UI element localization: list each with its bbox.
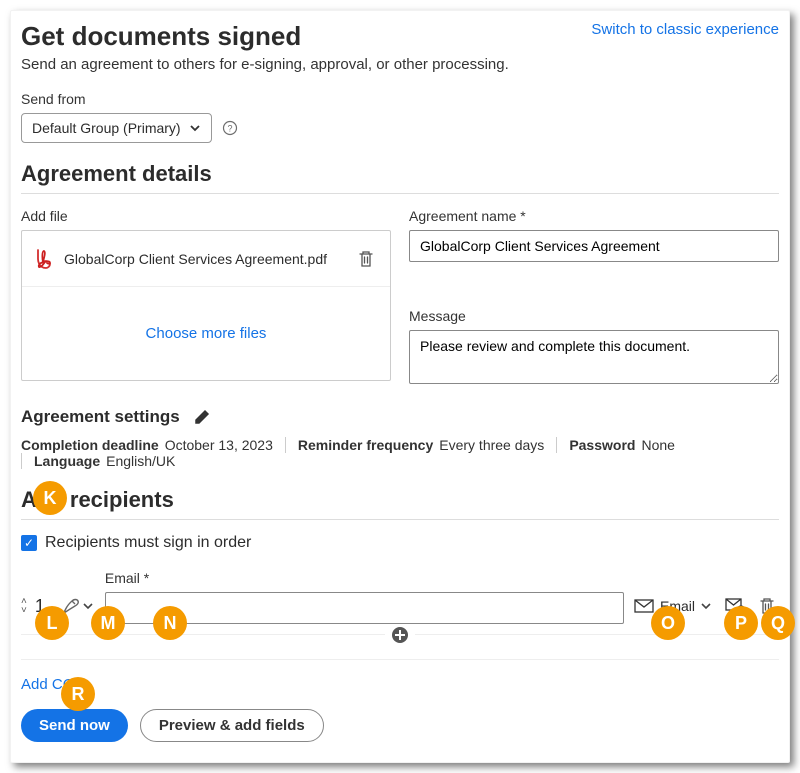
agreement-details-heading: Agreement details [21,161,779,187]
send-from-label: Send from [21,91,779,107]
add-recipients-heading: Add recipients [21,487,779,513]
file-name: GlobalCorp Client Services Agreement.pdf [64,251,327,267]
svg-text:?: ? [227,124,232,134]
chevron-down-icon [701,601,711,611]
settings-summary: Completion deadlineOctober 13, 2023 Remi… [21,437,779,469]
choose-more-files-button[interactable]: Choose more files [22,287,390,380]
sign-in-order-checkbox[interactable]: ✓ [21,535,37,551]
annotation-marker: R [61,677,95,711]
pdf-icon [34,248,54,270]
page-title: Get documents signed [21,21,509,52]
agreement-settings-heading: Agreement settings [21,407,180,427]
divider [21,519,779,520]
page-subtitle: Send an agreement to others for e-signin… [21,56,509,73]
preview-add-fields-button[interactable]: Preview & add fields [140,709,324,742]
file-entry: GlobalCorp Client Services Agreement.pdf [22,231,390,287]
chevron-down-icon [83,601,93,611]
send-from-select[interactable]: Default Group (Primary) [21,113,212,143]
message-label: Message [409,308,779,324]
divider [21,193,779,194]
agreement-name-input[interactable] [409,230,779,262]
add-recipient-button[interactable] [385,626,415,644]
send-now-button[interactable]: Send now [21,709,128,742]
file-box: GlobalCorp Client Services Agreement.pdf… [21,230,391,381]
agreement-name-label: Agreement name * [409,208,779,224]
chevron-down-icon [189,122,201,134]
annotation-marker: L [35,606,69,640]
message-textarea[interactable]: Please review and complete this document… [409,330,779,384]
edit-settings-button[interactable] [190,409,214,425]
annotation-marker: P [724,606,758,640]
sign-in-order-label: Recipients must sign in order [45,534,251,552]
annotation-marker: N [153,606,187,640]
recipient-email-label: Email * [105,570,624,586]
delete-file-button[interactable] [354,250,378,268]
switch-classic-link[interactable]: Switch to classic experience [591,21,779,38]
add-file-label: Add file [21,208,391,224]
annotation-marker: Q [761,606,795,640]
annotation-marker: M [91,606,125,640]
divider [21,659,779,660]
annotation-marker: O [651,606,685,640]
envelope-icon [634,599,654,613]
annotation-marker: K [33,481,67,515]
chevron-down-icon[interactable]: ˅ [21,606,27,615]
send-from-value: Default Group (Primary) [32,120,181,136]
help-icon[interactable]: ? [222,120,238,136]
